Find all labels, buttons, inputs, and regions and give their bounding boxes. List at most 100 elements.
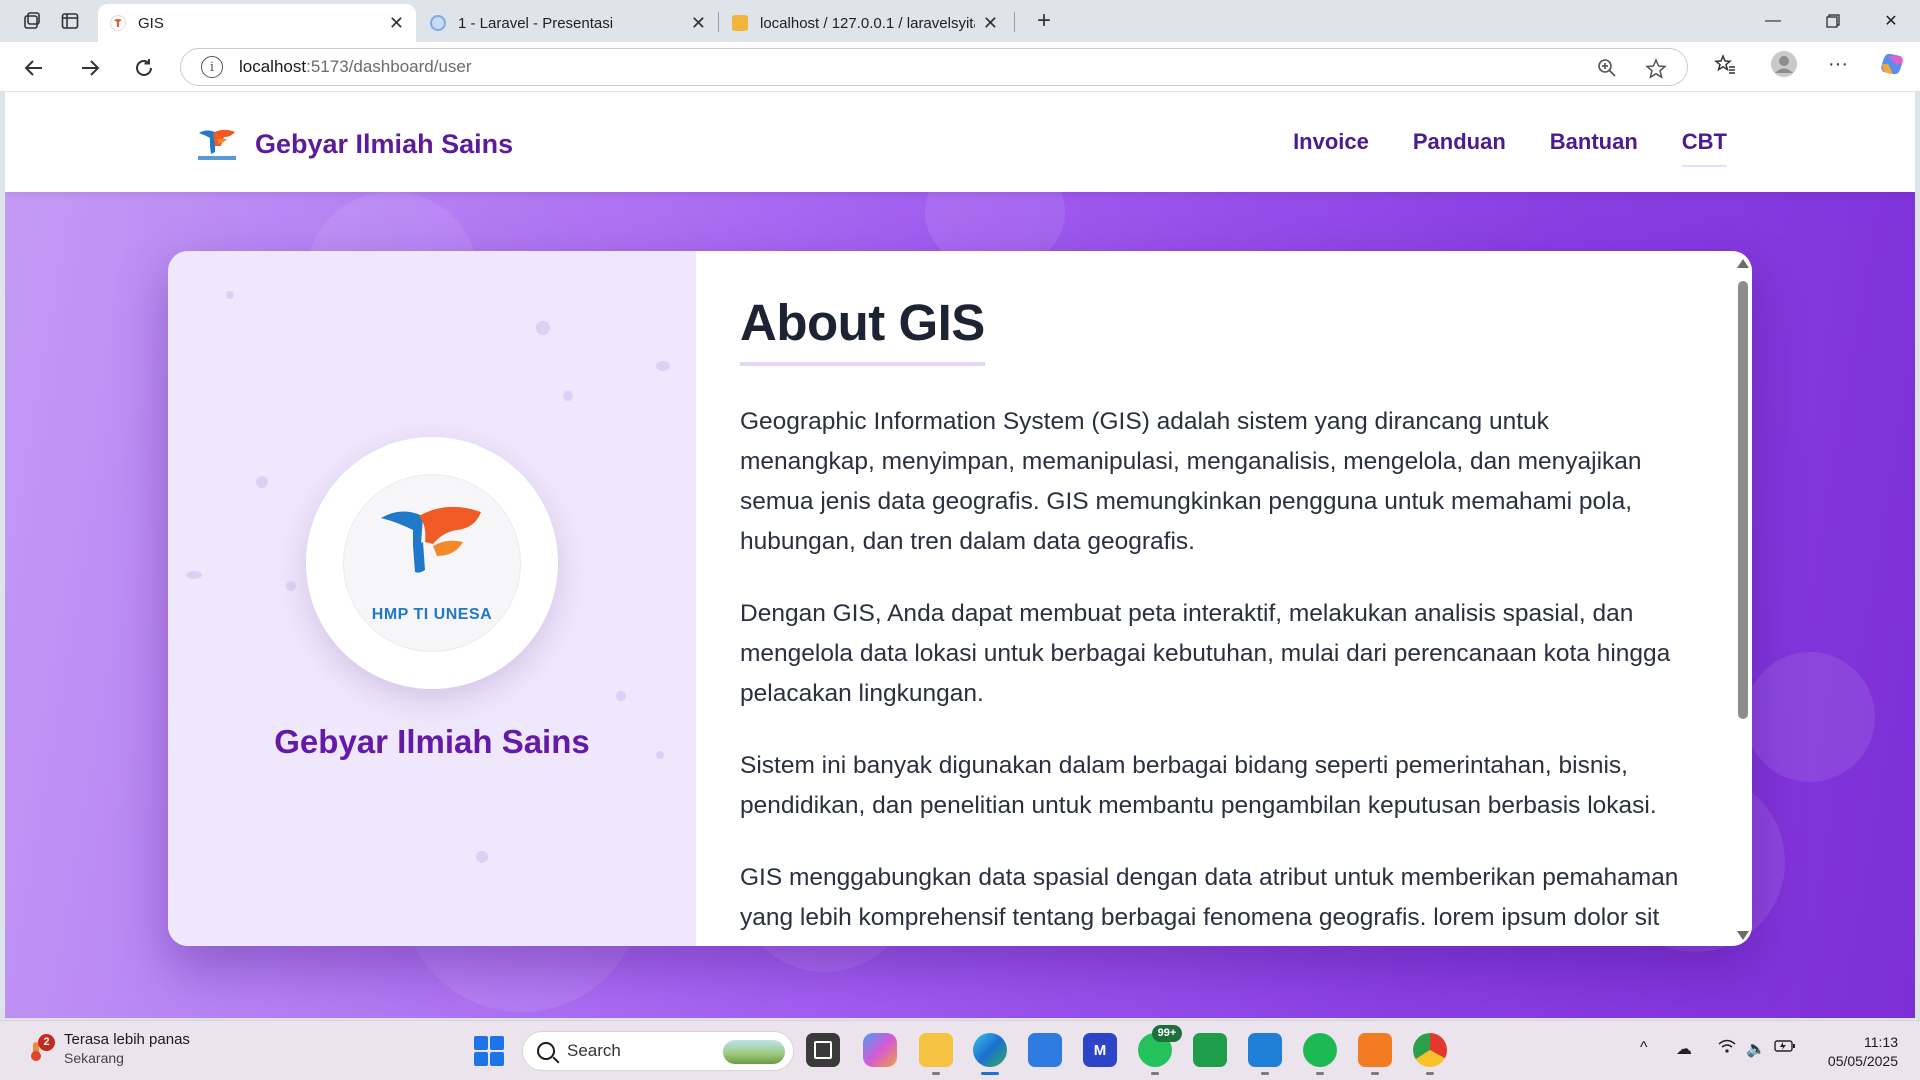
onedrive-icon[interactable]: ☁ [1676,1039,1692,1059]
nav-link-bantuan[interactable]: Bantuan [1550,129,1638,167]
logo-caption: HMP TI UNESA [371,606,493,623]
address-bar[interactable]: i localhost :5173/dashboard/user [180,48,1688,86]
card-left-title: Gebyar Ilmiah Sains [274,723,590,760]
tab-phpmyadmin[interactable]: localhost / 127.0.0.1 / laravelsyita ✕ [720,4,1010,42]
microsoft-store-icon[interactable] [1028,1033,1062,1067]
decorative-dot [286,581,296,591]
close-tab-icon[interactable]: ✕ [389,13,404,34]
laravel-favicon-icon [430,15,446,31]
about-paragraph: Dengan GIS, Anda dapat membuat peta inte… [740,600,1671,707]
wifi-icon[interactable] [1718,1039,1736,1060]
start-windows-icon[interactable] [474,1036,504,1066]
whatsapp-icon[interactable]: 99+ [1138,1025,1182,1075]
phpmyadmin-favicon-icon [732,15,748,31]
tab-title: GIS [138,14,164,32]
minimize-icon[interactable]: — [1744,0,1802,42]
close-tab-icon[interactable]: ✕ [983,13,998,34]
logo-circle: HMP TI UNESA [306,437,558,689]
show-hidden-icons-chevron-icon[interactable]: ^ [1640,1039,1648,1057]
forward-arrow-icon[interactable] [72,50,108,86]
about-paragraph: Geographic Information System (GIS) adal… [740,408,1642,555]
windows-taskbar: 2 Terasa lebih panas Sekarang Search M 9… [0,1020,1920,1080]
tab-gis[interactable]: GIS ✕ [98,4,416,42]
search-label: Search [567,1041,621,1060]
main-menu: Invoice Panduan Bantuan CBT [1293,129,1727,167]
scroll-down-arrow-icon[interactable] [1737,931,1749,940]
about-heading: About GIS [740,293,985,366]
chrome-icon[interactable] [1413,1033,1447,1075]
search-highlight-image [723,1040,785,1064]
weather-badge: 2 [38,1033,55,1051]
about-paragraph: GIS menggabungkan data spasial dengan da… [740,864,1679,931]
volume-icon[interactable]: 🔈 [1746,1039,1766,1059]
decorative-dot [616,691,626,701]
favorite-star-icon[interactable] [1645,58,1667,86]
page-viewport: Gebyar Ilmiah Sains Invoice Panduan Bant… [5,92,1915,1018]
tab-title: 1 - Laravel - Presentasi [458,14,614,32]
copilot-icon[interactable] [1878,50,1906,84]
tab-title: localhost / 127.0.0.1 / laravelsyita [760,14,975,32]
tab-actions-icon[interactable] [56,8,84,34]
tab-separator [1014,12,1015,32]
tab-laravel-presentasi[interactable]: 1 - Laravel - Presentasi ✕ [418,4,718,42]
battery-icon[interactable] [1774,1039,1796,1058]
nav-link-invoice[interactable]: Invoice [1293,129,1369,167]
nav-link-panduan[interactable]: Panduan [1413,129,1506,167]
favorites-icon[interactable] [1714,53,1736,81]
clock-date: 05/05/2025 [1827,1053,1898,1069]
copilot-app-icon[interactable] [863,1033,897,1067]
brand-name: Gebyar Ilmiah Sains [255,128,514,159]
content-scrollbar[interactable] [1734,251,1752,946]
weather-widget[interactable]: 2 Terasa lebih panas Sekarang [24,1031,190,1066]
task-view-icon[interactable] [806,1033,840,1067]
brand[interactable]: Gebyar Ilmiah Sains [197,124,513,164]
url-path: :5173/dashboard/user [306,57,472,76]
about-card: HMP TI UNESA Gebyar Ilmiah Sains About G… [168,251,1752,946]
zoom-icon[interactable] [1597,58,1617,84]
taskbar-search-box[interactable]: Search [522,1031,794,1071]
restore-icon[interactable] [1804,0,1862,42]
file-explorer-icon[interactable] [919,1033,953,1075]
scroll-up-arrow-icon[interactable] [1737,259,1749,268]
browser-toolbar: i localhost :5173/dashboard/user ··· [0,42,1920,92]
system-clock[interactable]: 11:13 05/05/2025 [1828,1033,1898,1071]
xampp-icon[interactable] [1358,1033,1392,1075]
sheets-app-icon[interactable] [1193,1033,1227,1067]
close-window-icon[interactable]: ✕ [1862,0,1920,42]
refresh-icon[interactable] [126,50,162,86]
nav-link-cbt[interactable]: CBT [1681,129,1727,167]
decorative-dot [226,291,234,299]
card-left-panel: HMP TI UNESA Gebyar Ilmiah Sains [168,251,696,946]
brand-logo-icon [198,129,236,160]
search-icon [537,1042,555,1060]
decorative-dot [536,321,550,335]
more-menu-icon[interactable]: ··· [1828,53,1848,76]
hmp-logo-icon [381,506,481,573]
close-tab-icon[interactable]: ✕ [691,13,706,34]
scroll-thumb[interactable] [1738,281,1748,719]
weather-subtitle: Sekarang [64,1050,124,1066]
back-arrow-icon[interactable] [16,50,52,86]
decorative-dot [656,361,670,371]
url-host: localhost [239,57,307,76]
about-content[interactable]: About GIS Geographic Information System … [696,251,1752,946]
site-navbar: Gebyar Ilmiah Sains Invoice Panduan Bant… [5,92,1915,192]
logo-badge: HMP TI UNESA [343,474,521,652]
about-paragraph: Sistem ini banyak digunakan dalam berbag… [740,752,1657,819]
edge-browser-icon[interactable] [973,1033,1007,1075]
whatsapp-badge: 99+ [1152,1025,1182,1042]
clock-time: 11:13 [1864,1034,1898,1050]
gis-favicon-icon [110,15,126,31]
workspaces-icon[interactable] [18,8,46,34]
math-app-icon[interactable]: M [1083,1033,1117,1067]
profile-avatar-icon[interactable] [1770,50,1798,84]
site-info-icon[interactable]: i [201,56,223,78]
browser-tab-bar: GIS ✕ 1 - Laravel - Presentasi ✕ localho… [0,0,1920,42]
new-tab-button[interactable]: + [1030,7,1058,34]
background-blob [1745,652,1875,782]
spotify-icon[interactable] [1303,1033,1337,1075]
weather-text: Terasa lebih panas Sekarang [64,1031,190,1066]
vscode-icon[interactable] [1248,1033,1282,1075]
decorative-dot [186,571,202,579]
weather-thermometer-icon: 2 [24,1033,55,1062]
